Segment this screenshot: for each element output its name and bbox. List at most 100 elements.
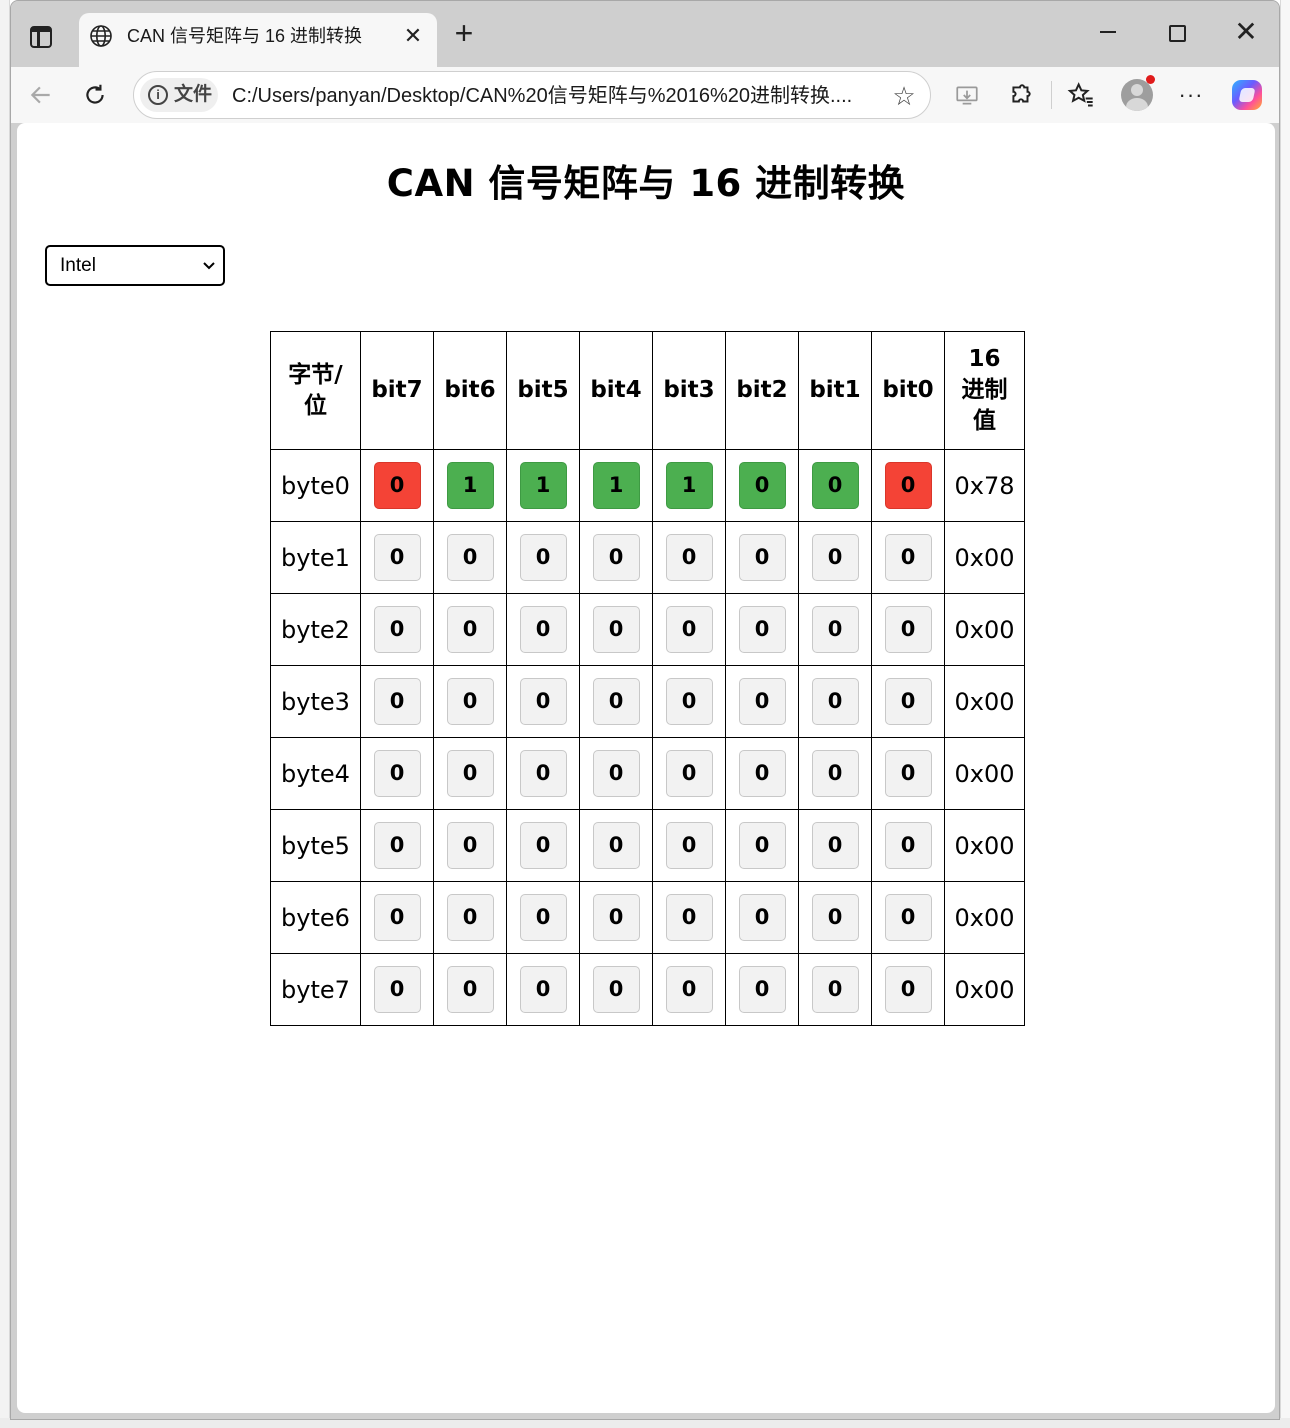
bit-toggle-button[interactable]: 0 (884, 966, 932, 1013)
address-bar[interactable]: i 文件 C:/Users/panyan/Desktop/CAN%20信号矩阵与… (133, 71, 931, 119)
bit-toggle-button[interactable]: 0 (592, 966, 640, 1013)
reload-icon[interactable] (77, 77, 113, 113)
back-arrow-icon[interactable] (23, 77, 59, 113)
bit-cell: 0 (798, 593, 872, 666)
app-install-icon[interactable] (949, 77, 985, 113)
bit-cell: 0 (506, 737, 580, 810)
bit-toggle-button[interactable]: 0 (811, 462, 859, 509)
bit-toggle-button[interactable]: 0 (446, 606, 494, 653)
bit-toggle-button[interactable]: 0 (446, 966, 494, 1013)
header-bit4: bit4 (579, 331, 653, 450)
bit-toggle-button[interactable]: 0 (373, 462, 421, 509)
bit-cell: 0 (652, 809, 726, 882)
bit-toggle-button[interactable]: 0 (373, 606, 421, 653)
bit-cell: 0 (725, 737, 799, 810)
bit-toggle-button[interactable]: 0 (592, 750, 640, 797)
bit-toggle-button[interactable]: 0 (373, 966, 421, 1013)
active-tab[interactable]: CAN 信号矩阵与 16 进制转换 ✕ (79, 13, 437, 67)
bit-toggle-button[interactable]: 0 (519, 894, 567, 941)
bit-toggle-button[interactable]: 0 (665, 678, 713, 725)
bit-toggle-button[interactable]: 1 (665, 462, 713, 509)
bit-toggle-button[interactable]: 0 (446, 894, 494, 941)
bit-toggle-button[interactable]: 0 (811, 966, 859, 1013)
bit-toggle-button[interactable]: 0 (811, 678, 859, 725)
tab-actions-icon[interactable] (25, 21, 57, 53)
bit-toggle-button[interactable]: 0 (519, 750, 567, 797)
bit-toggle-button[interactable]: 0 (738, 966, 786, 1013)
favorites-icon[interactable] (1063, 77, 1099, 113)
bit-toggle-button[interactable]: 0 (592, 822, 640, 869)
copilot-icon[interactable] (1229, 77, 1265, 113)
bit-toggle-button[interactable]: 0 (592, 678, 640, 725)
extensions-icon[interactable] (1003, 77, 1039, 113)
bit-toggle-button[interactable]: 0 (373, 822, 421, 869)
bit-toggle-button[interactable]: 0 (592, 606, 640, 653)
bit-toggle-button[interactable]: 0 (738, 678, 786, 725)
bit-toggle-button[interactable]: 0 (446, 678, 494, 725)
bit-cell: 0 (579, 881, 653, 954)
bit-toggle-button[interactable]: 0 (373, 678, 421, 725)
bit-toggle-button[interactable]: 0 (519, 678, 567, 725)
bit-toggle-button[interactable]: 0 (519, 534, 567, 581)
bit-toggle-button[interactable]: 0 (811, 534, 859, 581)
table-header-row: 字节/位 bit7 bit6 bit5 bit4 bit3 bit2 bit1 … (270, 331, 1025, 450)
bit-toggle-button[interactable]: 0 (811, 822, 859, 869)
bit-toggle-button[interactable]: 0 (884, 462, 932, 509)
bit-toggle-button[interactable]: 0 (884, 894, 932, 941)
bit-toggle-button[interactable]: 0 (665, 894, 713, 941)
bit-toggle-button[interactable]: 0 (884, 534, 932, 581)
close-window-icon[interactable]: ✕ (1231, 17, 1261, 47)
globe-icon (90, 25, 112, 47)
bit-toggle-button[interactable]: 1 (519, 462, 567, 509)
bit-toggle-button[interactable]: 0 (738, 822, 786, 869)
mode-select[interactable]: Intel (45, 245, 225, 286)
bit-cell: 0 (506, 881, 580, 954)
bit-toggle-button[interactable]: 0 (811, 606, 859, 653)
maximize-icon[interactable] (1161, 17, 1191, 47)
bit-toggle-button[interactable]: 1 (592, 462, 640, 509)
bit-toggle-button[interactable]: 0 (373, 750, 421, 797)
hex-value: 0x00 (944, 737, 1025, 810)
bit-toggle-button[interactable]: 0 (884, 678, 932, 725)
bit-toggle-button[interactable]: 0 (592, 894, 640, 941)
hex-value: 0x00 (944, 593, 1025, 666)
bit-cell: 0 (579, 809, 653, 882)
bit-toggle-button[interactable]: 0 (519, 822, 567, 869)
bit-toggle-button[interactable]: 1 (446, 462, 494, 509)
star-icon[interactable]: ☆ (890, 82, 918, 110)
bit-toggle-button[interactable]: 0 (665, 822, 713, 869)
bit-toggle-button[interactable]: 0 (446, 750, 494, 797)
bit-toggle-button[interactable]: 0 (446, 822, 494, 869)
bit-toggle-button[interactable]: 0 (811, 894, 859, 941)
bit-toggle-button[interactable]: 0 (738, 606, 786, 653)
bit-toggle-button[interactable]: 0 (592, 534, 640, 581)
bit-toggle-button[interactable]: 0 (519, 966, 567, 1013)
header-hex-value: 16进制值 (944, 331, 1025, 450)
bit-cell: 1 (579, 449, 653, 522)
bit-toggle-button[interactable]: 0 (884, 606, 932, 653)
byte-label: byte2 (270, 593, 361, 666)
bit-toggle-button[interactable]: 0 (738, 750, 786, 797)
bit-toggle-button[interactable]: 0 (665, 534, 713, 581)
bit-cell: 0 (652, 953, 726, 1026)
site-info-button[interactable]: i 文件 (140, 78, 218, 112)
bit-toggle-button[interactable]: 0 (519, 606, 567, 653)
minimize-icon[interactable] (1093, 17, 1123, 47)
bit-toggle-button[interactable]: 0 (373, 534, 421, 581)
bit-toggle-button[interactable]: 0 (884, 750, 932, 797)
bit-toggle-button[interactable]: 0 (738, 894, 786, 941)
more-icon[interactable]: ··· (1173, 77, 1209, 113)
table-body: byte0 0 1 1 1 1 0 0 0 0x78 byte1 0 0 0 0 0 0 0 0 0x00 byte2 0… (270, 449, 1025, 1026)
bit-toggle-button[interactable]: 0 (373, 894, 421, 941)
bit-toggle-button[interactable]: 0 (884, 822, 932, 869)
bit-toggle-button[interactable]: 0 (738, 534, 786, 581)
plus-icon[interactable]: + (449, 17, 479, 49)
bit-toggle-button[interactable]: 0 (446, 534, 494, 581)
bit-toggle-button[interactable]: 0 (738, 462, 786, 509)
bit-toggle-button[interactable]: 0 (665, 750, 713, 797)
url-text[interactable]: C:/Users/panyan/Desktop/CAN%20信号矩阵与%2016… (232, 83, 872, 109)
bit-toggle-button[interactable]: 0 (811, 750, 859, 797)
bit-toggle-button[interactable]: 0 (665, 966, 713, 1013)
bit-toggle-button[interactable]: 0 (665, 606, 713, 653)
close-icon[interactable]: ✕ (401, 24, 425, 48)
